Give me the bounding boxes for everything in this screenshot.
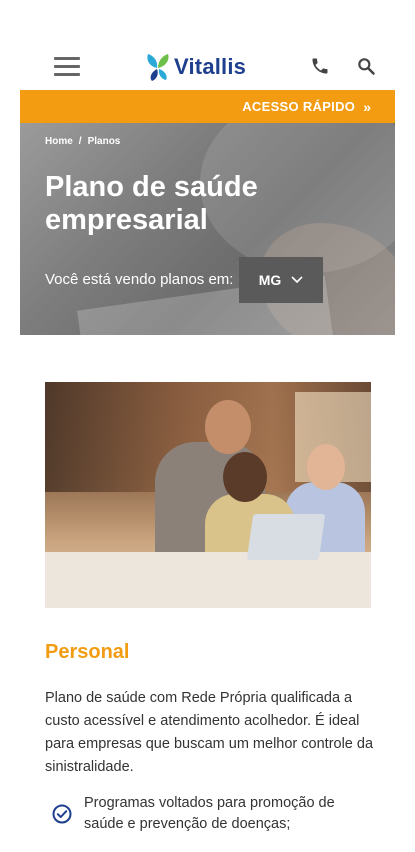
hamburger-menu-icon[interactable]: [54, 57, 80, 77]
breadcrumb-separator: /: [78, 136, 82, 147]
site-header: Vitallis: [20, 40, 395, 90]
plan-description: Plano de saúde com Rede Própria qualific…: [45, 690, 374, 775]
phone-icon[interactable]: [310, 56, 332, 78]
hero-banner: Home / Planos Plano de saúde empresarial…: [20, 123, 395, 335]
state-select[interactable]: MG: [239, 257, 323, 303]
logo-text: Vitallis: [174, 54, 247, 79]
location-label: Você está vendo planos em:: [45, 271, 234, 288]
vitallis-logo[interactable]: Vitallis: [145, 50, 246, 84]
quick-access-bar[interactable]: ACESSO RÁPIDO »: [20, 90, 395, 123]
plan-title: Personal: [45, 641, 130, 663]
breadcrumb-planos-link[interactable]: Planos: [88, 136, 121, 147]
double-chevron-right-icon: »: [363, 98, 371, 115]
office-team-photo: [45, 382, 371, 608]
chevron-down-icon: [291, 276, 303, 284]
page-title: Plano de saúde empresarial: [45, 171, 258, 236]
quick-access-label: ACESSO RÁPIDO: [242, 99, 356, 114]
search-icon[interactable]: [356, 56, 378, 78]
breadcrumb: Home / Planos: [45, 136, 120, 147]
vitallis-leaf-icon: [147, 54, 169, 81]
plan-feature-item: Programas voltados para promoção de saúd…: [52, 793, 372, 835]
state-select-value: MG: [258, 272, 282, 288]
plan-feature-text: Programas voltados para promoção de saúd…: [84, 795, 335, 832]
breadcrumb-home-link[interactable]: Home: [45, 136, 73, 147]
check-circle-icon: [52, 804, 72, 824]
